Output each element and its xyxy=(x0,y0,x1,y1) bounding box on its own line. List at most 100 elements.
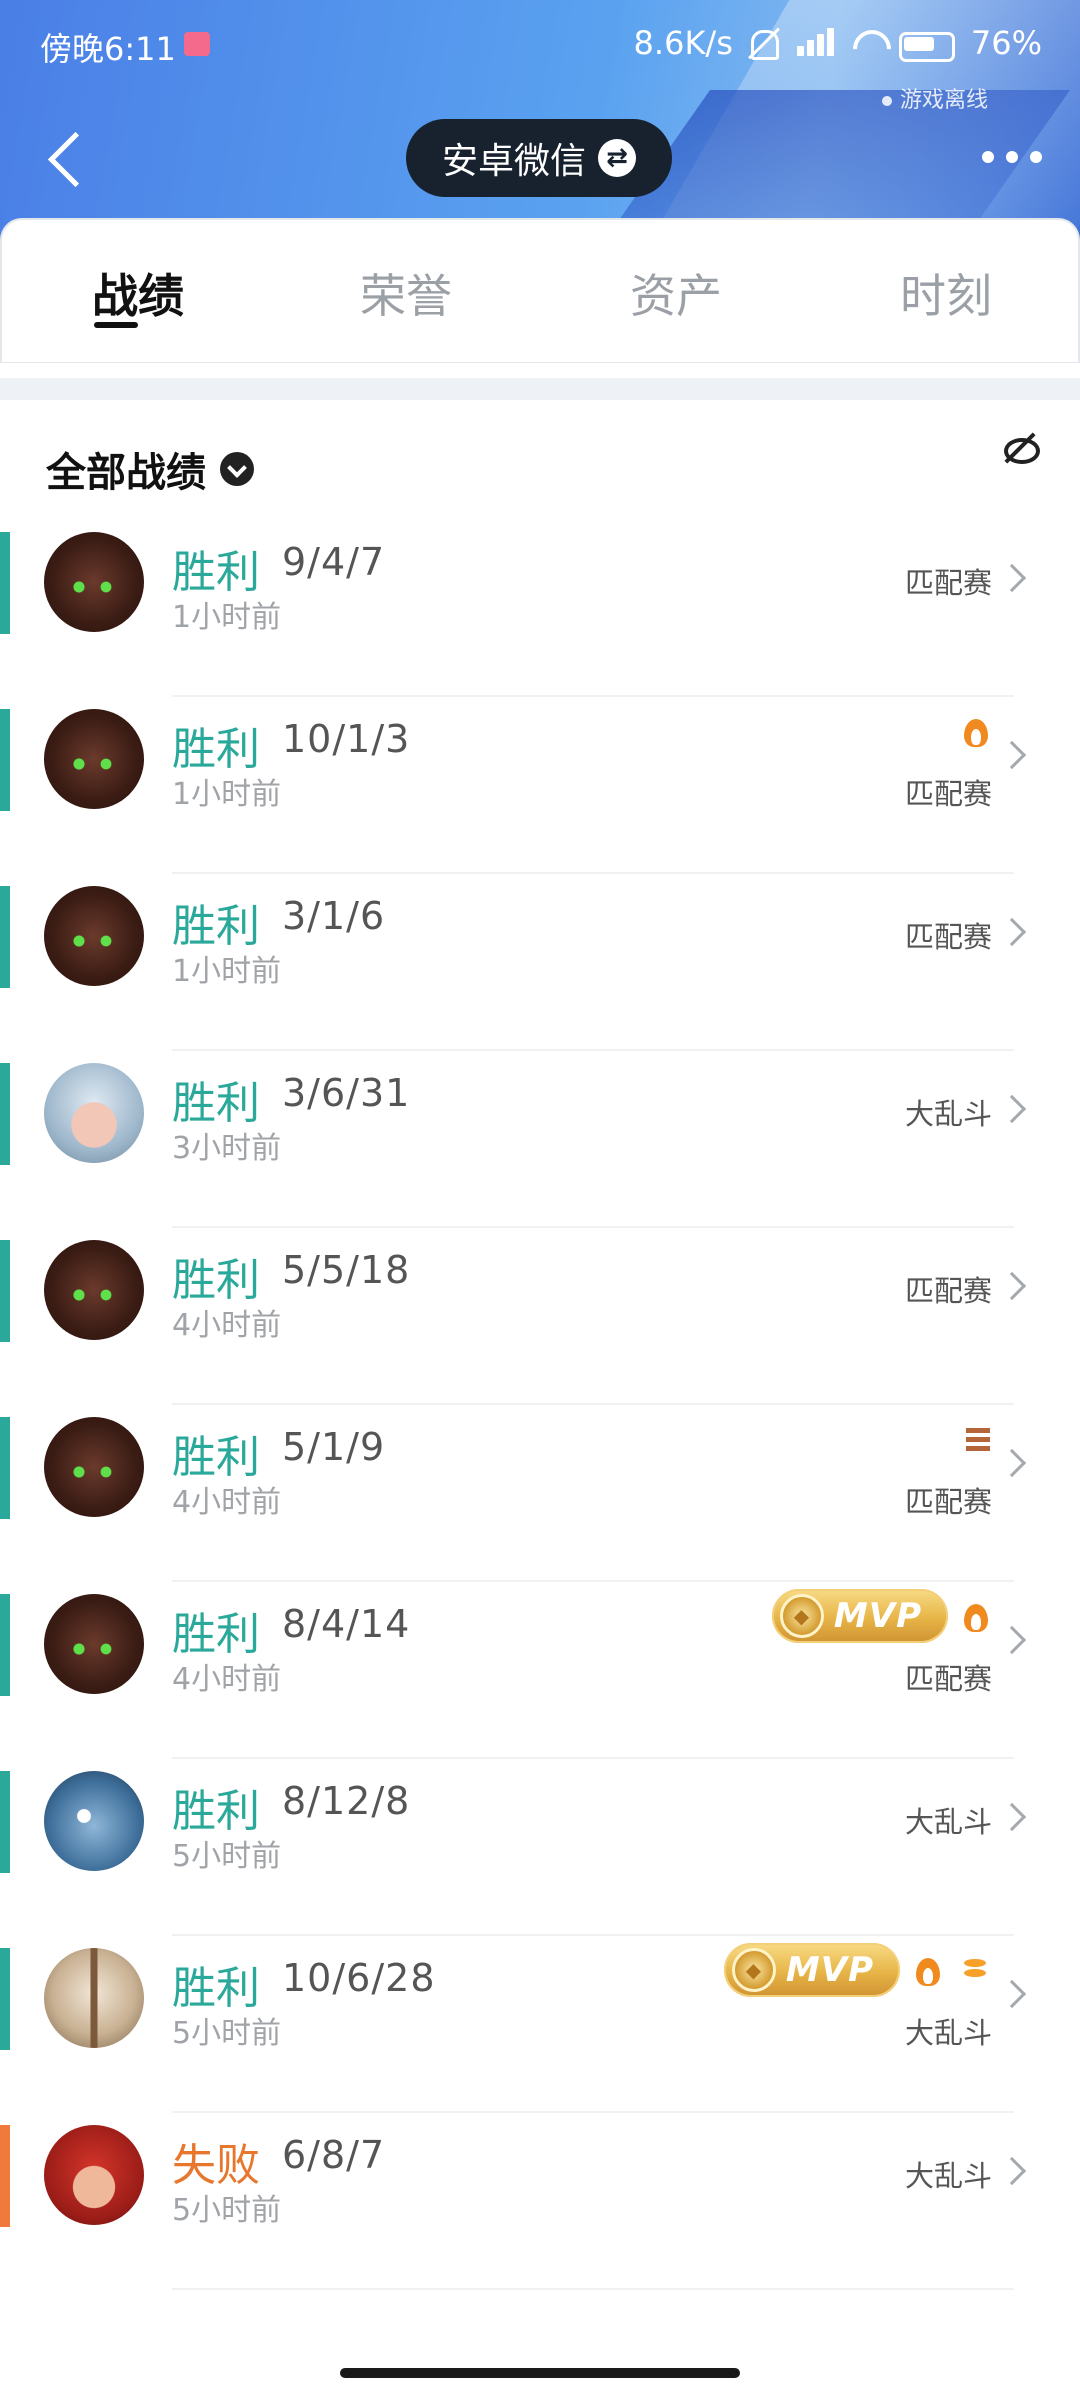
hero-avatar xyxy=(44,2125,144,2225)
triple-kill-icon xyxy=(962,1424,992,1454)
match-mode: 匹配赛 xyxy=(904,1485,992,1519)
tab-honor[interactable]: 荣誉 xyxy=(306,260,506,326)
chevron-right-icon xyxy=(997,917,1027,947)
match-result: 胜利 xyxy=(172,1963,260,2014)
chevron-right-icon xyxy=(997,1802,1027,1832)
flame-icon xyxy=(962,713,992,749)
match-row[interactable]: 胜利 9/4/7 1小时前 匹配赛 xyxy=(0,520,1080,697)
match-result: 胜利 xyxy=(172,724,260,775)
hero-avatar xyxy=(44,709,144,809)
match-time: 4小时前 xyxy=(172,1308,282,1343)
wifi-icon xyxy=(851,26,887,60)
more-icon[interactable] xyxy=(982,142,1042,172)
tab-assets[interactable]: 资产 xyxy=(576,260,776,326)
match-row[interactable]: 胜利 10/1/3 1小时前 匹配赛 xyxy=(0,697,1080,874)
battery-percent: 76% xyxy=(970,24,1042,62)
match-time: 5小时前 xyxy=(172,2193,282,2228)
match-result: 胜利 xyxy=(172,1786,260,1837)
match-result: 胜利 xyxy=(172,1432,260,1483)
match-mode: 大乱斗 xyxy=(904,1805,992,1839)
bell-muted-icon xyxy=(745,26,781,60)
battery-icon xyxy=(898,26,959,62)
match-row[interactable]: 胜利 8/4/144小时前 MVP 匹配赛 xyxy=(0,1582,1080,1759)
flame-icon xyxy=(962,1598,992,1634)
result-indicator-bar xyxy=(0,1771,10,1873)
tab-active-indicator xyxy=(94,322,138,328)
mvp-coin-icon xyxy=(731,1948,776,1992)
match-mode: 匹配赛 xyxy=(904,920,992,954)
match-kda: 10/6/28 xyxy=(282,1956,436,2000)
notification-app-icon xyxy=(184,32,210,56)
hero-avatar xyxy=(44,886,144,986)
chevron-down-icon xyxy=(220,452,254,486)
eye-off-icon[interactable] xyxy=(1002,430,1040,466)
match-kda: 5/5/18 xyxy=(282,1248,411,1292)
back-icon[interactable] xyxy=(44,128,84,188)
account-switch-button[interactable]: 安卓微信 xyxy=(406,119,672,197)
match-row[interactable]: 胜利 3/6/31 3小时前 大乱斗 xyxy=(0,1051,1080,1228)
mvp-coin-icon xyxy=(779,1594,824,1638)
signal-icon xyxy=(793,26,839,60)
match-mode: 匹配赛 xyxy=(904,1662,992,1696)
match-row[interactable]: 胜利 8/12/8 5小时前 大乱斗 xyxy=(0,1759,1080,1936)
match-mode: 大乱斗 xyxy=(904,2016,992,2050)
match-list: 胜利 9/4/7 1小时前 匹配赛 胜利 10/1/3 1小时前 匹配赛 胜利 3/1/6 1小时前… xyxy=(0,520,1080,2290)
match-mode: 大乱斗 xyxy=(904,1097,992,1131)
match-row[interactable]: 失败 6/8/7 5小时前 大乱斗 xyxy=(0,2113,1080,2290)
match-time: 1小时前 xyxy=(172,600,282,635)
filter-dropdown[interactable]: 全部战绩 xyxy=(46,440,254,498)
match-result: 失败 xyxy=(172,2140,260,2191)
match-time: 4小时前 xyxy=(172,1662,282,1697)
match-kda: 3/6/31 xyxy=(282,1071,411,1115)
status-bar: 傍晚6:11 8.6K/s 76% xyxy=(0,0,1080,90)
result-indicator-bar xyxy=(0,1063,10,1165)
hero-avatar xyxy=(44,1948,144,2048)
result-indicator-bar xyxy=(0,1417,10,1519)
chevron-right-icon xyxy=(997,563,1027,593)
match-kda: 8/4/14 xyxy=(282,1602,411,1646)
match-row[interactable]: 胜利 5/5/18 4小时前 匹配赛 xyxy=(0,1228,1080,1405)
mvp-badge: MVP xyxy=(723,1943,900,1997)
match-row[interactable]: 胜利 10/6/285小时前 MVP 大乱斗 xyxy=(0,1936,1080,2113)
hero-avatar xyxy=(44,1063,144,1163)
network-speed: 8.6K/s xyxy=(633,24,733,62)
match-time: 3小时前 xyxy=(172,1131,282,1166)
badge-group: MVP xyxy=(723,1942,992,1998)
chevron-right-icon xyxy=(997,1094,1027,1124)
section-divider xyxy=(0,378,1080,400)
coins-icon xyxy=(958,1953,992,1987)
badge-group xyxy=(962,1411,992,1467)
account-label: 安卓微信 xyxy=(441,141,586,182)
hero-avatar xyxy=(44,1240,144,1340)
chevron-right-icon xyxy=(997,1448,1027,1478)
match-mode: 匹配赛 xyxy=(904,1274,992,1308)
hero-avatar xyxy=(44,1417,144,1517)
chevron-right-icon xyxy=(997,1271,1027,1301)
match-time: 5小时前 xyxy=(172,2016,282,2051)
filter-label: 全部战绩 xyxy=(46,450,206,496)
tab-record[interactable]: 战绩 xyxy=(38,260,238,326)
chevron-right-icon xyxy=(997,2156,1027,2186)
match-kda: 8/12/8 xyxy=(282,1779,411,1823)
match-kda: 3/1/6 xyxy=(282,894,386,938)
match-row[interactable]: 胜利 5/1/9 4小时前 匹配赛 xyxy=(0,1405,1080,1582)
chevron-right-icon xyxy=(997,740,1027,770)
match-kda: 6/8/7 xyxy=(282,2133,386,2177)
home-indicator[interactable] xyxy=(340,2368,740,2378)
match-time: 5小时前 xyxy=(172,1839,282,1874)
mvp-badge: MVP xyxy=(771,1589,948,1643)
chevron-right-icon xyxy=(997,1979,1027,2009)
match-time: 4小时前 xyxy=(172,1485,282,1520)
hero-avatar xyxy=(44,532,144,632)
result-indicator-bar xyxy=(0,886,10,988)
match-result: 胜利 xyxy=(172,1255,260,1306)
match-mode: 匹配赛 xyxy=(904,566,992,600)
match-result: 胜利 xyxy=(172,901,260,952)
tab-moments[interactable]: 时刻 xyxy=(846,260,1046,326)
result-indicator-bar xyxy=(0,709,10,811)
match-row[interactable]: 胜利 3/1/6 1小时前 匹配赛 xyxy=(0,874,1080,1051)
hero-avatar xyxy=(44,1594,144,1694)
mvp-label: MVP xyxy=(785,1950,874,1990)
match-kda: 9/4/7 xyxy=(282,540,386,584)
match-result: 胜利 xyxy=(172,547,260,598)
